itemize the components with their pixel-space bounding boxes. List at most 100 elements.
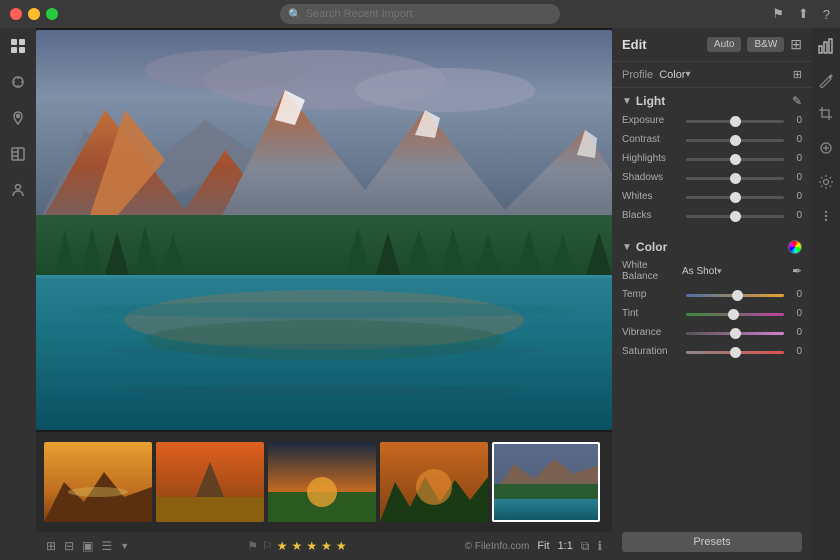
zoom-label[interactable]: 1:1 [558, 540, 573, 552]
vibrance-slider[interactable] [686, 332, 784, 335]
star-1[interactable]: ★ [277, 539, 288, 553]
star-3[interactable]: ★ [306, 539, 317, 553]
color-circle-icon [788, 240, 802, 254]
bottom-left: ⊞ ⊟ ▣ ☰ ▼ [46, 539, 129, 553]
wb-value: As Shot [682, 266, 717, 277]
shadows-slider[interactable] [686, 177, 784, 180]
sidebar-icon-book[interactable] [8, 144, 28, 164]
color-section: ▼ Color White Balance As Shot ▾ ✒ Temp 0 [612, 234, 812, 370]
sidebar-icon-develop[interactable] [8, 72, 28, 92]
star-5[interactable]: ★ [336, 539, 347, 553]
profile-row: Profile Color ▾ ⊞ [612, 62, 812, 88]
traffic-lights [10, 8, 58, 20]
main-photo-canvas [36, 30, 612, 430]
color-section-header[interactable]: ▼ Color [622, 240, 802, 254]
light-arrow-icon: ▼ [622, 96, 632, 107]
star-2[interactable]: ★ [292, 539, 303, 553]
wb-label: White Balance [622, 260, 682, 282]
close-button[interactable] [10, 8, 22, 20]
saturation-value: 0 [788, 346, 802, 357]
light-edit-icon[interactable]: ✎ [792, 94, 802, 108]
filmstrip-thumb-4[interactable] [380, 442, 488, 522]
filmstrip-thumb-1[interactable] [44, 442, 152, 522]
edit-tools-icon[interactable] [816, 70, 836, 90]
saturation-row: Saturation 0 [622, 345, 802, 357]
tint-slider[interactable] [686, 313, 784, 316]
sidebar-icon-library[interactable] [8, 36, 28, 56]
photo-viewer [36, 28, 612, 432]
exposure-slider[interactable] [686, 120, 784, 123]
whites-value: 0 [788, 191, 802, 202]
temp-slider[interactable] [686, 294, 784, 297]
sidebar-icon-map[interactable] [8, 108, 28, 128]
exposure-row: Exposure 0 [622, 114, 802, 126]
far-right-panel [812, 28, 840, 560]
light-section: ▼ Light ✎ Exposure 0 Contrast 0 [612, 88, 812, 234]
sidebar-icon-people[interactable] [8, 180, 28, 200]
filmstrip [36, 432, 612, 532]
main-layout: ⊞ ⊟ ▣ ☰ ▼ ⚑ ⚐ ★ ★ ★ ★ ★ © FileInfo.com F… [0, 28, 840, 560]
presets-button[interactable]: Presets [622, 532, 802, 552]
filmstrip-thumb-5[interactable] [492, 442, 600, 522]
vibrance-row: Vibrance 0 [622, 326, 802, 338]
info-icon[interactable]: ℹ [597, 539, 602, 553]
grid-view-icon[interactable]: ⊞ [46, 539, 56, 553]
contrast-label: Contrast [622, 134, 682, 145]
minimize-button[interactable] [28, 8, 40, 20]
grid-button[interactable]: ⊞ [790, 36, 802, 53]
small-grid-icon[interactable]: ⊟ [64, 539, 74, 553]
bottom-bar: ⊞ ⊟ ▣ ☰ ▼ ⚑ ⚐ ★ ★ ★ ★ ★ © FileInfo.com F… [36, 532, 612, 560]
exposure-value: 0 [788, 115, 802, 126]
settings-icon[interactable] [816, 172, 836, 192]
profile-dropdown-icon[interactable]: ▾ [685, 69, 690, 80]
compare-icon[interactable]: ⧉ [581, 539, 590, 554]
copyright-text: © FileInfo.com [465, 541, 530, 552]
shadows-value: 0 [788, 172, 802, 183]
help-icon[interactable]: ? [823, 7, 830, 22]
histogram-icon[interactable] [816, 36, 836, 56]
wb-dropdown-icon[interactable]: ▾ [717, 266, 722, 277]
bw-button[interactable]: B&W [747, 37, 784, 52]
vibrance-label: Vibrance [622, 327, 682, 338]
blacks-slider[interactable] [686, 215, 784, 218]
maximize-button[interactable] [46, 8, 58, 20]
saturation-label: Saturation [622, 346, 682, 357]
single-view-icon[interactable]: ▣ [82, 539, 93, 553]
filmstrip-thumb-3[interactable] [268, 442, 376, 522]
flag-left-icon[interactable]: ⚑ [247, 539, 258, 553]
flag-right-icon[interactable]: ⚐ [262, 539, 273, 553]
fit-label[interactable]: Fit [537, 540, 549, 552]
profile-value: Color [659, 69, 685, 81]
highlights-label: Highlights [622, 153, 682, 164]
vibrance-value: 0 [788, 327, 802, 338]
bottom-right: © FileInfo.com Fit 1:1 ⧉ ℹ [465, 539, 602, 554]
blacks-label: Blacks [622, 210, 682, 221]
contrast-slider[interactable] [686, 139, 784, 142]
more-icon[interactable] [816, 206, 836, 226]
contrast-value: 0 [788, 134, 802, 145]
highlights-value: 0 [788, 153, 802, 164]
eyedropper-icon[interactable]: ✒ [792, 264, 802, 278]
blacks-value: 0 [788, 210, 802, 221]
search-input[interactable] [306, 8, 552, 20]
filter-icon[interactable]: ⚑ [772, 6, 784, 22]
light-section-header[interactable]: ▼ Light ✎ [622, 94, 802, 108]
crop-icon[interactable] [816, 104, 836, 124]
auto-button[interactable]: Auto [707, 37, 742, 52]
color-arrow-icon: ▼ [622, 242, 632, 253]
saturation-slider[interactable] [686, 351, 784, 354]
whites-slider[interactable] [686, 196, 784, 199]
star-4[interactable]: ★ [321, 539, 332, 553]
highlights-row: Highlights 0 [622, 152, 802, 164]
temp-value: 0 [788, 289, 802, 300]
list-view-icon[interactable]: ☰ [101, 539, 112, 553]
white-balance-row: White Balance As Shot ▾ ✒ [622, 260, 802, 282]
tint-label: Tint [622, 308, 682, 319]
profile-grid-icon[interactable]: ⊞ [793, 68, 802, 81]
sort-dropdown-icon[interactable]: ▼ [120, 541, 129, 551]
share-icon[interactable]: ⬆ [798, 6, 809, 22]
highlights-slider[interactable] [686, 158, 784, 161]
filmstrip-thumb-2[interactable] [156, 442, 264, 522]
search-bar[interactable]: 🔍 [280, 4, 560, 24]
healing-icon[interactable] [816, 138, 836, 158]
